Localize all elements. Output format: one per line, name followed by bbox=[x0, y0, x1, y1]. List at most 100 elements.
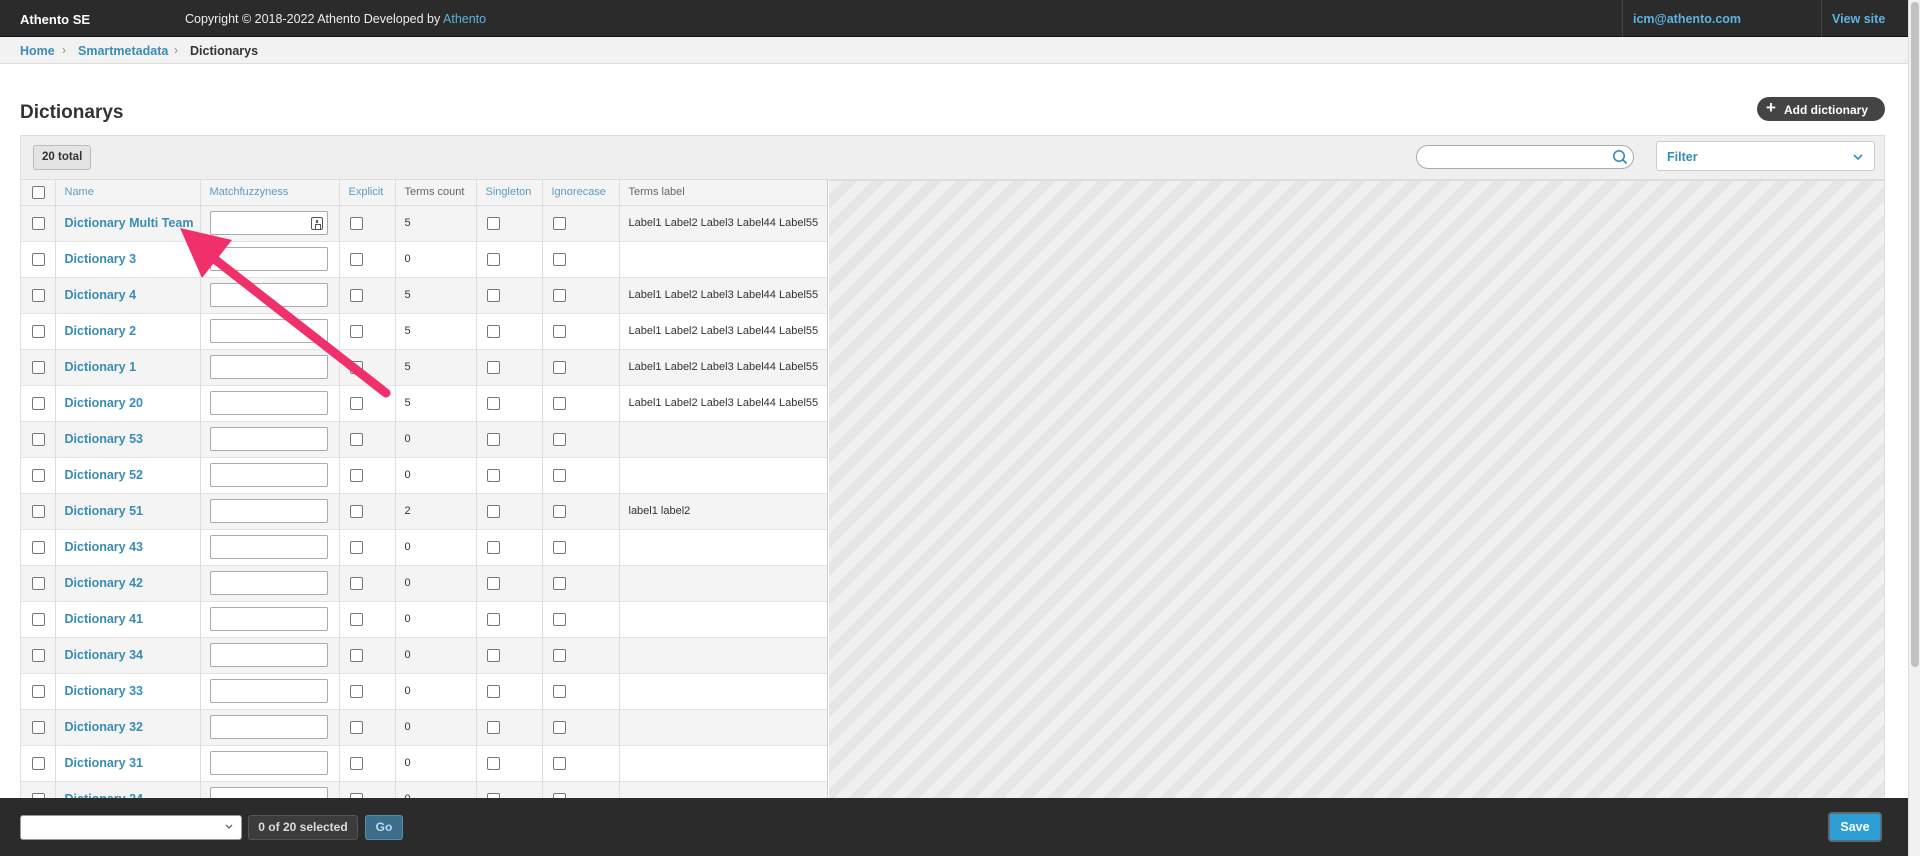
matchfuzzyness-input[interactable] bbox=[209, 751, 328, 775]
ignorecase-checkbox[interactable] bbox=[552, 468, 566, 482]
row-select-checkbox[interactable] bbox=[31, 756, 45, 770]
search-icon[interactable] bbox=[1612, 149, 1628, 165]
dictionary-name-link[interactable]: Dictionary 31 bbox=[65, 756, 144, 770]
singleton-checkbox[interactable] bbox=[486, 504, 500, 518]
row-select-checkbox[interactable] bbox=[31, 324, 45, 338]
column-header-ignorecase[interactable]: Ignorecase bbox=[542, 180, 620, 206]
dictionary-name-link[interactable]: Dictionary 2 bbox=[65, 324, 137, 338]
singleton-checkbox[interactable] bbox=[486, 540, 500, 554]
explicit-checkbox[interactable] bbox=[349, 576, 363, 590]
search-input[interactable] bbox=[1427, 149, 1602, 165]
ignorecase-checkbox[interactable] bbox=[552, 684, 566, 698]
ignorecase-checkbox[interactable] bbox=[552, 504, 566, 518]
column-header-name[interactable]: Name bbox=[55, 180, 201, 206]
row-select-checkbox[interactable] bbox=[31, 252, 45, 266]
user-menu[interactable]: icm@athento.com bbox=[1622, 0, 1822, 37]
explicit-checkbox[interactable] bbox=[349, 684, 363, 698]
row-select-checkbox[interactable] bbox=[31, 288, 45, 302]
breadcrumb-home[interactable]: Home bbox=[20, 44, 55, 58]
ignorecase-checkbox[interactable] bbox=[552, 576, 566, 590]
matchfuzzyness-input[interactable] bbox=[209, 679, 328, 703]
matchfuzzyness-input[interactable] bbox=[209, 211, 328, 235]
explicit-checkbox[interactable] bbox=[349, 468, 363, 482]
singleton-checkbox[interactable] bbox=[486, 288, 500, 302]
matchfuzzyness-input[interactable] bbox=[209, 319, 328, 343]
singleton-checkbox[interactable] bbox=[486, 432, 500, 446]
filter-dropdown[interactable]: Filter bbox=[1656, 141, 1875, 171]
column-header-singleton[interactable]: Singleton bbox=[476, 180, 543, 206]
ignorecase-checkbox[interactable] bbox=[552, 252, 566, 266]
ignorecase-checkbox[interactable] bbox=[552, 540, 566, 554]
dictionary-name-link[interactable]: Dictionary 42 bbox=[65, 576, 144, 590]
singleton-checkbox[interactable] bbox=[486, 756, 500, 770]
singleton-checkbox[interactable] bbox=[486, 252, 500, 266]
singleton-checkbox[interactable] bbox=[486, 720, 500, 734]
dictionary-name-link[interactable]: Dictionary 20 bbox=[65, 396, 144, 410]
singleton-checkbox[interactable] bbox=[486, 396, 500, 410]
matchfuzzyness-input[interactable] bbox=[209, 535, 328, 559]
ignorecase-checkbox[interactable] bbox=[552, 612, 566, 626]
singleton-checkbox[interactable] bbox=[486, 324, 500, 338]
row-select-checkbox[interactable] bbox=[31, 216, 45, 230]
singleton-checkbox[interactable] bbox=[486, 612, 500, 626]
singleton-checkbox[interactable] bbox=[486, 648, 500, 662]
ignorecase-checkbox[interactable] bbox=[552, 648, 566, 662]
dictionary-name-link[interactable]: Dictionary 52 bbox=[65, 468, 144, 482]
save-button[interactable]: Save bbox=[1828, 812, 1882, 842]
explicit-checkbox[interactable] bbox=[349, 324, 363, 338]
row-select-checkbox[interactable] bbox=[31, 648, 45, 662]
ignorecase-checkbox[interactable] bbox=[552, 360, 566, 374]
ignorecase-checkbox[interactable] bbox=[552, 288, 566, 302]
ignorecase-checkbox[interactable] bbox=[552, 756, 566, 770]
explicit-checkbox[interactable] bbox=[349, 540, 363, 554]
add-dictionary-button[interactable]: + Add dictionary bbox=[1757, 97, 1885, 121]
select-all-checkbox[interactable] bbox=[31, 185, 45, 199]
dictionary-name-link[interactable]: Dictionary 53 bbox=[65, 432, 144, 446]
singleton-checkbox[interactable] bbox=[486, 216, 500, 230]
explicit-checkbox[interactable] bbox=[349, 432, 363, 446]
ignorecase-checkbox[interactable] bbox=[552, 324, 566, 338]
row-select-checkbox[interactable] bbox=[31, 468, 45, 482]
explicit-checkbox[interactable] bbox=[349, 612, 363, 626]
explicit-checkbox[interactable] bbox=[349, 396, 363, 410]
row-select-checkbox[interactable] bbox=[31, 684, 45, 698]
matchfuzzyness-input[interactable] bbox=[209, 607, 328, 631]
ignorecase-checkbox[interactable] bbox=[552, 432, 566, 446]
scrollbar-thumb[interactable] bbox=[1911, 2, 1919, 667]
singleton-checkbox[interactable] bbox=[486, 684, 500, 698]
row-select-checkbox[interactable] bbox=[31, 396, 45, 410]
explicit-checkbox[interactable] bbox=[349, 216, 363, 230]
search-box[interactable] bbox=[1416, 145, 1634, 169]
explicit-checkbox[interactable] bbox=[349, 360, 363, 374]
matchfuzzyness-input[interactable] bbox=[209, 355, 328, 379]
matchfuzzyness-input[interactable] bbox=[209, 643, 328, 667]
row-select-checkbox[interactable] bbox=[31, 432, 45, 446]
dictionary-name-link[interactable]: Dictionary 43 bbox=[65, 540, 144, 554]
matchfuzzyness-input[interactable] bbox=[209, 283, 328, 307]
total-count-badge[interactable]: 20 total bbox=[33, 145, 92, 170]
user-email[interactable]: icm@athento.com bbox=[1633, 12, 1741, 26]
matchfuzzyness-input[interactable] bbox=[209, 571, 328, 595]
dictionary-name-link[interactable]: Dictionary 51 bbox=[65, 504, 144, 518]
dictionary-name-link[interactable]: Dictionary 3 bbox=[65, 252, 137, 266]
singleton-checkbox[interactable] bbox=[486, 360, 500, 374]
dictionary-name-link[interactable]: Dictionary Multi Team bbox=[65, 216, 194, 230]
matchfuzzyness-input[interactable] bbox=[209, 715, 328, 739]
view-site-link[interactable]: View site bbox=[1832, 12, 1885, 26]
row-select-checkbox[interactable] bbox=[31, 540, 45, 554]
dictionary-name-link[interactable]: Dictionary 33 bbox=[65, 684, 144, 698]
matchfuzzyness-input[interactable] bbox=[209, 427, 328, 451]
action-select[interactable] bbox=[20, 815, 242, 840]
breadcrumb-smartmetadata[interactable]: Smartmetadata bbox=[78, 44, 168, 58]
explicit-checkbox[interactable] bbox=[349, 252, 363, 266]
matchfuzzyness-input[interactable] bbox=[209, 463, 328, 487]
explicit-checkbox[interactable] bbox=[349, 720, 363, 734]
matchfuzzyness-input[interactable] bbox=[209, 391, 328, 415]
ignorecase-checkbox[interactable] bbox=[552, 720, 566, 734]
row-select-checkbox[interactable] bbox=[31, 612, 45, 626]
matchfuzzyness-input[interactable] bbox=[209, 499, 328, 523]
athento-link[interactable]: Athento bbox=[443, 12, 486, 26]
row-select-checkbox[interactable] bbox=[31, 720, 45, 734]
dictionary-name-link[interactable]: Dictionary 4 bbox=[65, 288, 137, 302]
explicit-checkbox[interactable] bbox=[349, 756, 363, 770]
